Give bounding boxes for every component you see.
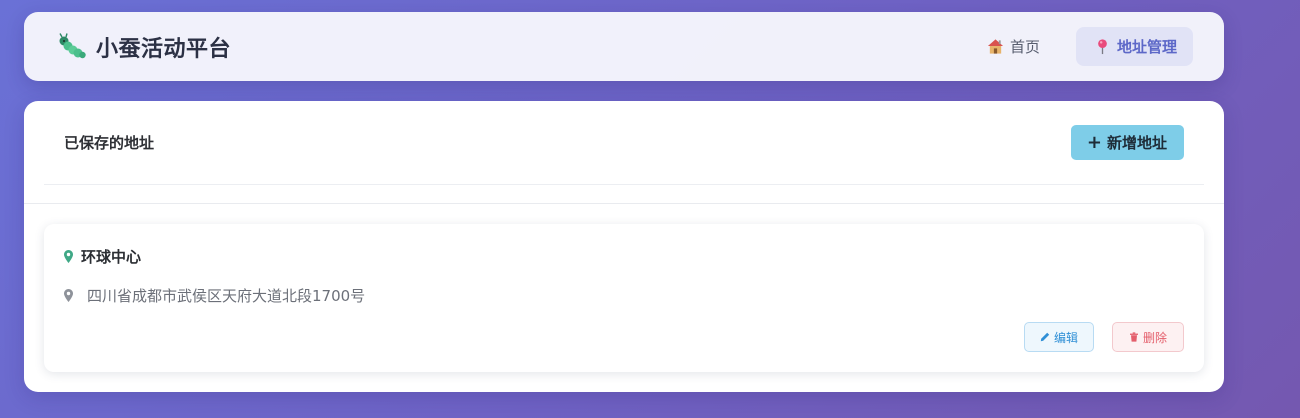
nav-item-label: 首页 (1009, 38, 1040, 56)
card-actions: 编辑 删除 (1023, 322, 1184, 352)
plus-icon: + (1086, 131, 1102, 153)
edit-label: 编辑 (1053, 330, 1078, 345)
house-icon (987, 39, 1004, 54)
nav-item-address-management[interactable]: 地址管理 (1075, 27, 1193, 66)
edit-button[interactable]: 编辑 (1023, 322, 1094, 352)
address-name-row: 环球中心 (64, 246, 141, 267)
address-name: 环球中心 (81, 248, 142, 266)
add-address-button[interactable]: + 新增地址 (1070, 125, 1184, 160)
map-pin-icon (1098, 39, 1107, 55)
divider (24, 203, 1224, 204)
caterpillar-icon (59, 32, 86, 58)
main-nav: 首页 地址管理 (977, 27, 1193, 66)
brand-title: 小蚕活动平台 (96, 36, 232, 62)
address-detail-row: 四川省成都市武侯区天府大道北段1700号 (64, 285, 365, 306)
nav-item-label: 地址管理 (1116, 38, 1177, 56)
delete-label: 删除 (1142, 330, 1167, 345)
trash-icon (1129, 332, 1138, 342)
panel-header: 已保存的地址 + 新增地址 (44, 101, 1204, 185)
address-card: 环球中心 四川省成都市武侯区天府大道北段1700号 编辑 删除 (44, 224, 1204, 372)
add-address-label: 新增地址 (1106, 134, 1167, 152)
delete-button[interactable]: 删除 (1111, 322, 1184, 352)
panel-title: 已保存的地址 (64, 134, 155, 152)
address-detail: 四川省成都市武侯区天府大道北段1700号 (87, 287, 366, 305)
nav-item-home[interactable]: 首页 (977, 27, 1050, 66)
address-panel: 已保存的地址 + 新增地址 环球中心 四川省成都市武侯区天府大道北段1700号 (24, 101, 1224, 392)
map-marker-icon (64, 289, 73, 302)
brand[interactable]: 小蚕活动平台 (58, 31, 231, 63)
top-navbar: 小蚕活动平台 首页 地址管理 (24, 12, 1224, 81)
map-marker-icon (64, 250, 73, 263)
pencil-icon (1040, 332, 1050, 342)
